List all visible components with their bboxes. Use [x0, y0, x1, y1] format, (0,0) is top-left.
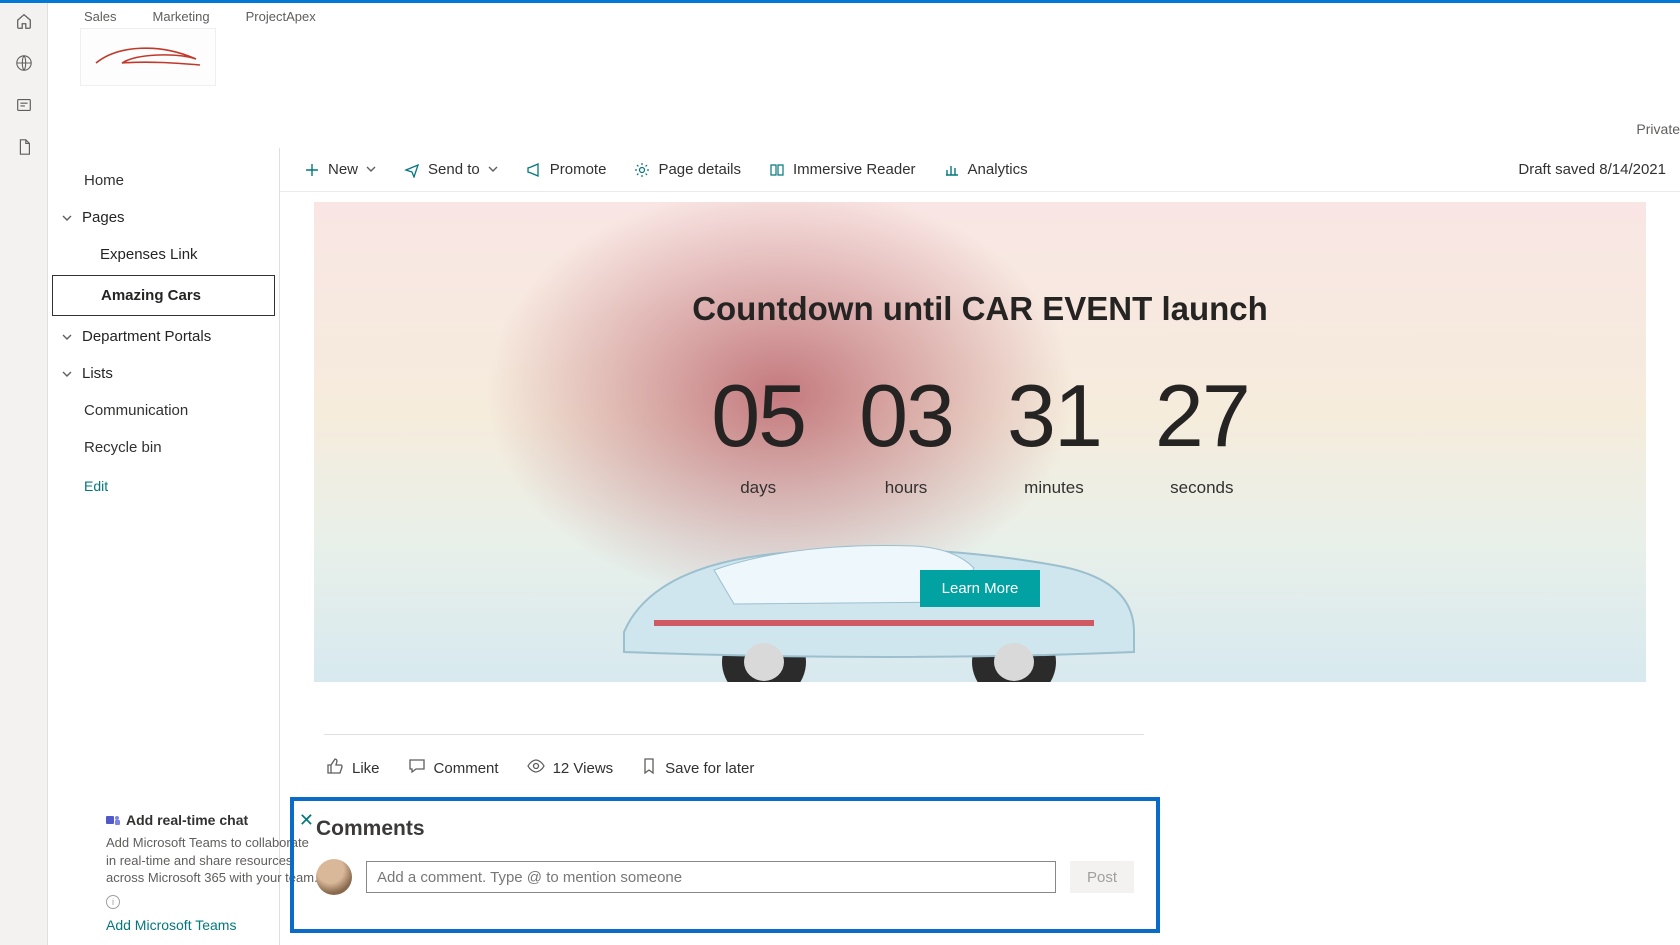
nav-dept-label: Department Portals — [82, 328, 211, 345]
nav-lists-group[interactable]: Lists — [48, 355, 279, 392]
save-label: Save for later — [665, 760, 754, 777]
nav-pages-label: Pages — [82, 209, 125, 226]
comments-title: Comments — [316, 817, 1134, 841]
chart-icon — [944, 162, 960, 178]
nav-department-portals-group[interactable]: Department Portals — [48, 318, 279, 355]
nav-pages-group[interactable]: Pages — [48, 199, 279, 236]
comments-section: Comments Post — [290, 797, 1160, 933]
bookmark-icon — [641, 757, 657, 779]
hub-tab-projectapex[interactable]: ProjectApex — [246, 9, 316, 24]
add-teams-link[interactable]: Add Microsoft Teams — [106, 917, 236, 933]
views-label: 12 Views — [553, 760, 614, 777]
new-button[interactable]: New — [294, 155, 386, 184]
immersive-reader-button[interactable]: Immersive Reader — [759, 155, 926, 184]
nav-expenses-link[interactable]: Expenses Link — [48, 236, 279, 273]
comment-button[interactable]: Comment — [408, 757, 499, 779]
countdown-title: Countdown until CAR EVENT launch — [314, 290, 1646, 328]
info-icon[interactable]: i — [106, 895, 120, 909]
countdown-timer: 05 days 03 hours 31 minutes 27 seconds — [314, 372, 1646, 498]
page-details-label: Page details — [658, 161, 741, 178]
send-to-label: Send to — [428, 161, 480, 178]
immersive-label: Immersive Reader — [793, 161, 916, 178]
learn-more-button[interactable]: Learn More — [920, 570, 1041, 607]
countdown-hours-label: hours — [885, 478, 928, 498]
countdown-days-value: 05 — [711, 372, 805, 460]
chevron-down-icon — [488, 161, 498, 178]
app-rail — [0, 3, 48, 945]
comment-label: Comment — [434, 760, 499, 777]
globe-icon[interactable] — [14, 53, 34, 73]
nav-home[interactable]: Home — [48, 162, 279, 199]
chevron-down-icon — [60, 368, 74, 380]
hub-tabs: Sales Marketing ProjectApex — [48, 3, 1680, 24]
hero-webpart: Countdown until CAR EVENT launch 05 days… — [314, 202, 1646, 682]
command-bar: New Send to Promote Page details Immersi… — [280, 148, 1680, 192]
page-canvas: Countdown until CAR EVENT launch 05 days… — [280, 192, 1680, 945]
comment-input[interactable] — [366, 861, 1056, 893]
like-label: Like — [352, 760, 380, 777]
new-label: New — [328, 161, 358, 178]
left-nav: Home Pages Expenses Link Amazing Cars De… — [48, 148, 280, 945]
hub-tab-sales[interactable]: Sales — [84, 9, 117, 24]
plus-icon — [304, 162, 320, 178]
social-bar: Like Comment 12 Views Save for later — [280, 735, 1680, 797]
hub-tab-marketing[interactable]: Marketing — [153, 9, 210, 24]
draft-saved-status: Draft saved 8/14/2021 — [1518, 161, 1666, 178]
home-icon[interactable] — [14, 11, 34, 31]
site-logo[interactable] — [80, 28, 216, 86]
countdown-minutes-label: minutes — [1024, 478, 1084, 498]
chevron-down-icon — [60, 331, 74, 343]
comment-icon — [408, 757, 426, 779]
news-icon[interactable] — [14, 95, 34, 115]
countdown-minutes-value: 31 — [1007, 372, 1101, 460]
teams-icon — [106, 813, 120, 827]
countdown-hours-value: 03 — [859, 372, 953, 460]
views-indicator: 12 Views — [527, 757, 614, 779]
analytics-button[interactable]: Analytics — [934, 155, 1038, 184]
like-icon — [326, 757, 344, 779]
post-button[interactable]: Post — [1070, 861, 1134, 893]
suite-header: Sales Marketing ProjectApex Private — [48, 3, 1680, 143]
analytics-label: Analytics — [968, 161, 1028, 178]
nav-amazing-cars[interactable]: Amazing Cars — [52, 275, 275, 316]
nav-communication[interactable]: Communication — [48, 392, 279, 429]
promote-button[interactable]: Promote — [516, 155, 617, 184]
gear-icon — [634, 162, 650, 178]
file-icon[interactable] — [14, 137, 34, 157]
send-to-button[interactable]: Send to — [394, 155, 508, 184]
privacy-label: Private — [1636, 121, 1680, 137]
nav-edit-link[interactable]: Edit — [48, 466, 279, 504]
nav-lists-label: Lists — [82, 365, 113, 382]
eye-icon — [527, 757, 545, 779]
chevron-down-icon — [366, 161, 376, 178]
countdown-seconds-value: 27 — [1155, 372, 1249, 460]
avatar — [316, 859, 352, 895]
countdown-days-label: days — [740, 478, 776, 498]
like-button[interactable]: Like — [326, 757, 380, 779]
promote-label: Promote — [550, 161, 607, 178]
book-icon — [769, 162, 785, 178]
save-for-later-button[interactable]: Save for later — [641, 757, 754, 779]
countdown-seconds-label: seconds — [1170, 478, 1233, 498]
megaphone-icon — [526, 162, 542, 178]
nav-recycle-bin[interactable]: Recycle bin — [48, 429, 279, 466]
page-details-button[interactable]: Page details — [624, 155, 751, 184]
send-icon — [404, 162, 420, 178]
promo-title-text: Add real-time chat — [126, 812, 248, 828]
chevron-down-icon — [60, 212, 74, 224]
